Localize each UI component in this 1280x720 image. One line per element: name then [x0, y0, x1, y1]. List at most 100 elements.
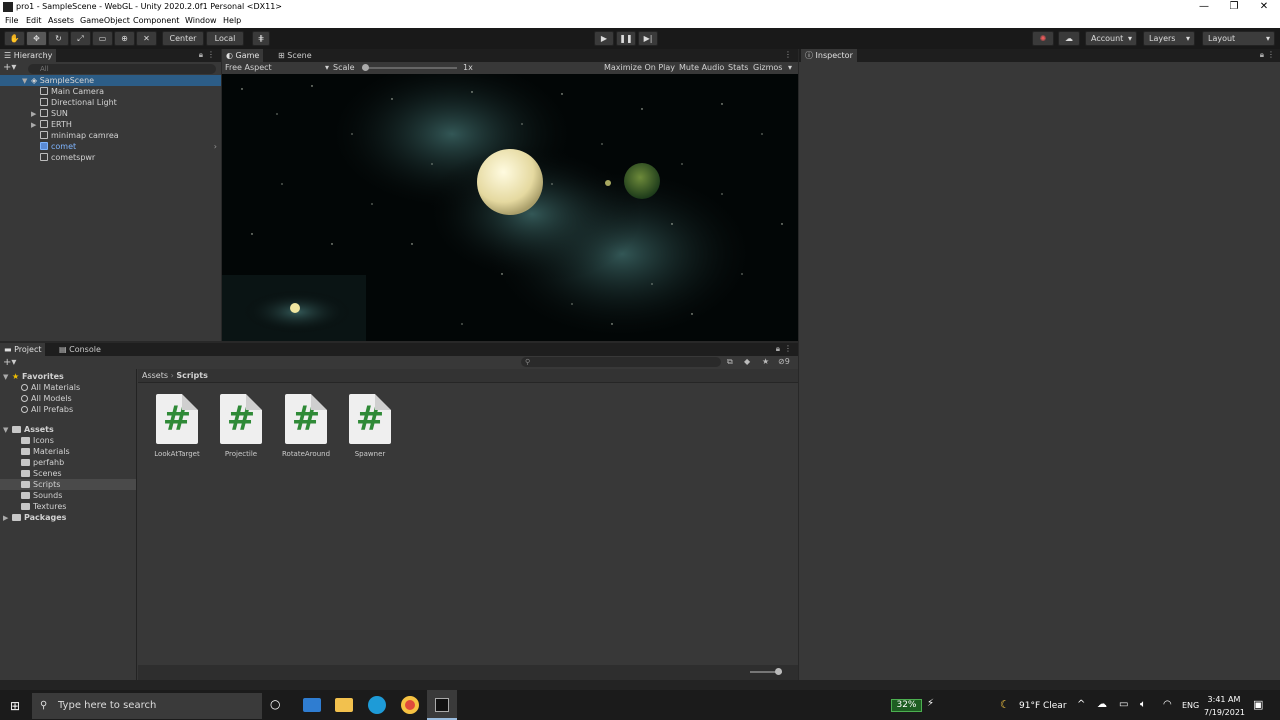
custom-tool-icon[interactable]: ✕ — [136, 31, 157, 46]
asset-folder[interactable]: Materials — [0, 446, 136, 457]
weather-text[interactable]: 91°F Clear — [1019, 701, 1067, 711]
filter-by-type-icon[interactable]: ⧉ — [727, 357, 733, 367]
create-plus-icon[interactable]: +▾ — [3, 62, 16, 73]
lock-icon[interactable]: 🔒︎ — [199, 50, 203, 60]
tab-hierarchy[interactable]: ☰ Hierarchy — [0, 49, 57, 62]
hierarchy-item[interactable]: Main Camera — [0, 86, 221, 97]
panel-menu-icon[interactable]: ⋮ — [207, 50, 215, 59]
battery-indicator[interactable]: 32% — [891, 699, 922, 712]
asset-folder[interactable]: Sounds — [0, 490, 136, 501]
chrome-browser-icon[interactable] — [401, 696, 419, 714]
project-search-input[interactable]: ⚲ — [521, 357, 721, 367]
favorites-header[interactable]: ▼ ★ Favorites — [0, 371, 136, 382]
rect-tool-icon[interactable]: ▭ — [92, 31, 113, 46]
hierarchy-item[interactable]: ▶ SUN — [0, 108, 221, 119]
step-button[interactable]: ▶| — [638, 31, 658, 46]
mail-app-icon[interactable] — [303, 698, 321, 712]
hierarchy-item-prefab[interactable]: comet › — [0, 141, 221, 152]
clock[interactable]: 3:41 AM 7/19/2021 — [1204, 695, 1245, 717]
hierarchy-item[interactable]: ▶ ERTH — [0, 119, 221, 130]
game-viewport[interactable] — [222, 74, 798, 341]
menu-edit[interactable]: Edit — [26, 16, 42, 25]
onedrive-icon[interactable]: ☁ — [1097, 699, 1107, 710]
gizmos-caret-icon[interactable]: ▾ — [788, 63, 792, 72]
menu-file[interactable]: File — [5, 16, 18, 25]
volume-icon[interactable]: 🔈︎ — [1140, 699, 1146, 710]
restore-icon[interactable]: ❐ — [1218, 0, 1250, 15]
chevron-right-icon[interactable]: › — [214, 141, 217, 152]
panel-menu-icon[interactable]: ⋮ — [784, 344, 792, 353]
script-asset[interactable]: # Spawner — [338, 394, 402, 458]
hierarchy-item[interactable]: Directional Light — [0, 97, 221, 108]
windows-start-icon[interactable]: ⊞ — [10, 699, 20, 713]
rotate-tool-icon[interactable]: ↻ — [48, 31, 69, 46]
tab-inspector[interactable]: ⓘ Inspector — [801, 49, 857, 62]
tab-scene[interactable]: ⊞ Scene — [274, 49, 316, 62]
mute-audio-toggle[interactable]: Mute Audio — [679, 63, 724, 72]
minimize-icon[interactable]: — — [1188, 0, 1220, 15]
lock-icon[interactable]: 🔒︎ — [776, 344, 780, 354]
filter-by-label-icon[interactable]: ◆ — [744, 357, 750, 366]
script-asset[interactable]: # LookAtTarget — [145, 394, 209, 458]
close-icon[interactable]: ✕ — [1248, 0, 1280, 15]
scale-tool-icon[interactable]: ⤢ — [70, 31, 91, 46]
layers-dropdown[interactable]: Layers ▾ — [1143, 31, 1195, 46]
icon-size-slider[interactable] — [750, 668, 782, 675]
stats-toggle[interactable]: Stats — [728, 63, 748, 72]
icon-size-thumb[interactable] — [775, 668, 782, 675]
panel-menu-icon[interactable]: ⋮ — [784, 50, 792, 59]
create-plus-icon[interactable]: +▾ — [3, 357, 16, 368]
tab-game[interactable]: ◐ Game — [222, 49, 264, 62]
move-tool-icon[interactable]: ✥ — [26, 31, 47, 46]
menu-component[interactable]: Component — [133, 16, 179, 25]
account-dropdown[interactable]: Account ▾ — [1085, 31, 1137, 46]
pause-button[interactable]: ❚❚ — [616, 31, 636, 46]
language-indicator[interactable]: ENG — [1182, 701, 1199, 710]
breadcrumb-scripts[interactable]: Scripts — [176, 371, 208, 380]
asset-folder-selected[interactable]: Scripts — [0, 479, 136, 490]
pivot-local-button[interactable]: Local — [206, 31, 244, 46]
asset-folder[interactable]: perfahb — [0, 457, 136, 468]
hierarchy-item[interactable]: minimap camrea — [0, 130, 221, 141]
file-explorer-icon[interactable] — [335, 698, 353, 712]
cloud-icon[interactable]: ☁ — [1058, 31, 1080, 46]
menu-gameobject[interactable]: GameObject — [80, 16, 130, 25]
lock-icon[interactable]: 🔒︎ — [1260, 50, 1264, 60]
scale-slider-thumb[interactable] — [362, 64, 369, 71]
hierarchy-search-input[interactable]: All — [28, 64, 216, 74]
taskbar-search-input[interactable]: ⚲ Type here to search — [32, 693, 262, 719]
menu-window[interactable]: Window — [185, 16, 217, 25]
tray-expand-icon[interactable]: ^ — [1077, 699, 1085, 710]
breadcrumb-assets[interactable]: Assets — [142, 371, 168, 380]
asset-folder[interactable]: Scenes — [0, 468, 136, 479]
collab-icon[interactable]: ✺ — [1032, 31, 1054, 46]
assets-header[interactable]: ▼ Assets — [0, 424, 136, 435]
packages-header[interactable]: ▶ Packages — [0, 512, 136, 523]
play-button[interactable]: ▶ — [594, 31, 614, 46]
pivot-center-button[interactable]: Center — [162, 31, 204, 46]
favorite-item[interactable]: All Models — [0, 393, 136, 404]
layout-dropdown[interactable]: Layout ▾ — [1202, 31, 1275, 46]
task-view-icon[interactable]: ○ — [270, 697, 280, 711]
tab-console[interactable]: ▤ Console — [55, 343, 105, 356]
favorite-item[interactable]: All Prefabs — [0, 404, 136, 415]
scale-slider[interactable] — [362, 64, 457, 71]
edge-browser-icon[interactable] — [368, 696, 386, 714]
hand-tool-icon[interactable]: ✋ — [4, 31, 25, 46]
asset-folder[interactable]: Textures — [0, 501, 136, 512]
menu-assets[interactable]: Assets — [48, 16, 74, 25]
panel-menu-icon[interactable]: ⋮ — [1267, 50, 1275, 59]
transform-tool-icon[interactable]: ⊕ — [114, 31, 135, 46]
hidden-packages-icon[interactable]: ⊘9 — [778, 357, 790, 366]
tab-project[interactable]: ▬ Project — [0, 343, 46, 356]
scene-row[interactable]: ▼ ◈ SampleScene — [0, 75, 221, 86]
script-asset[interactable]: # Projectile — [209, 394, 273, 458]
aspect-dropdown[interactable]: Free Aspect ▾ — [225, 63, 329, 72]
gizmos-dropdown[interactable]: Gizmos — [753, 63, 782, 72]
menu-help[interactable]: Help — [223, 16, 241, 25]
wifi-icon[interactable]: ◠ — [1163, 699, 1172, 710]
power-icon[interactable]: ▭ — [1119, 699, 1128, 710]
asset-folder[interactable]: Icons — [0, 435, 136, 446]
notifications-icon[interactable]: ▣ — [1253, 698, 1263, 711]
hierarchy-item[interactable]: cometspwr — [0, 152, 221, 163]
